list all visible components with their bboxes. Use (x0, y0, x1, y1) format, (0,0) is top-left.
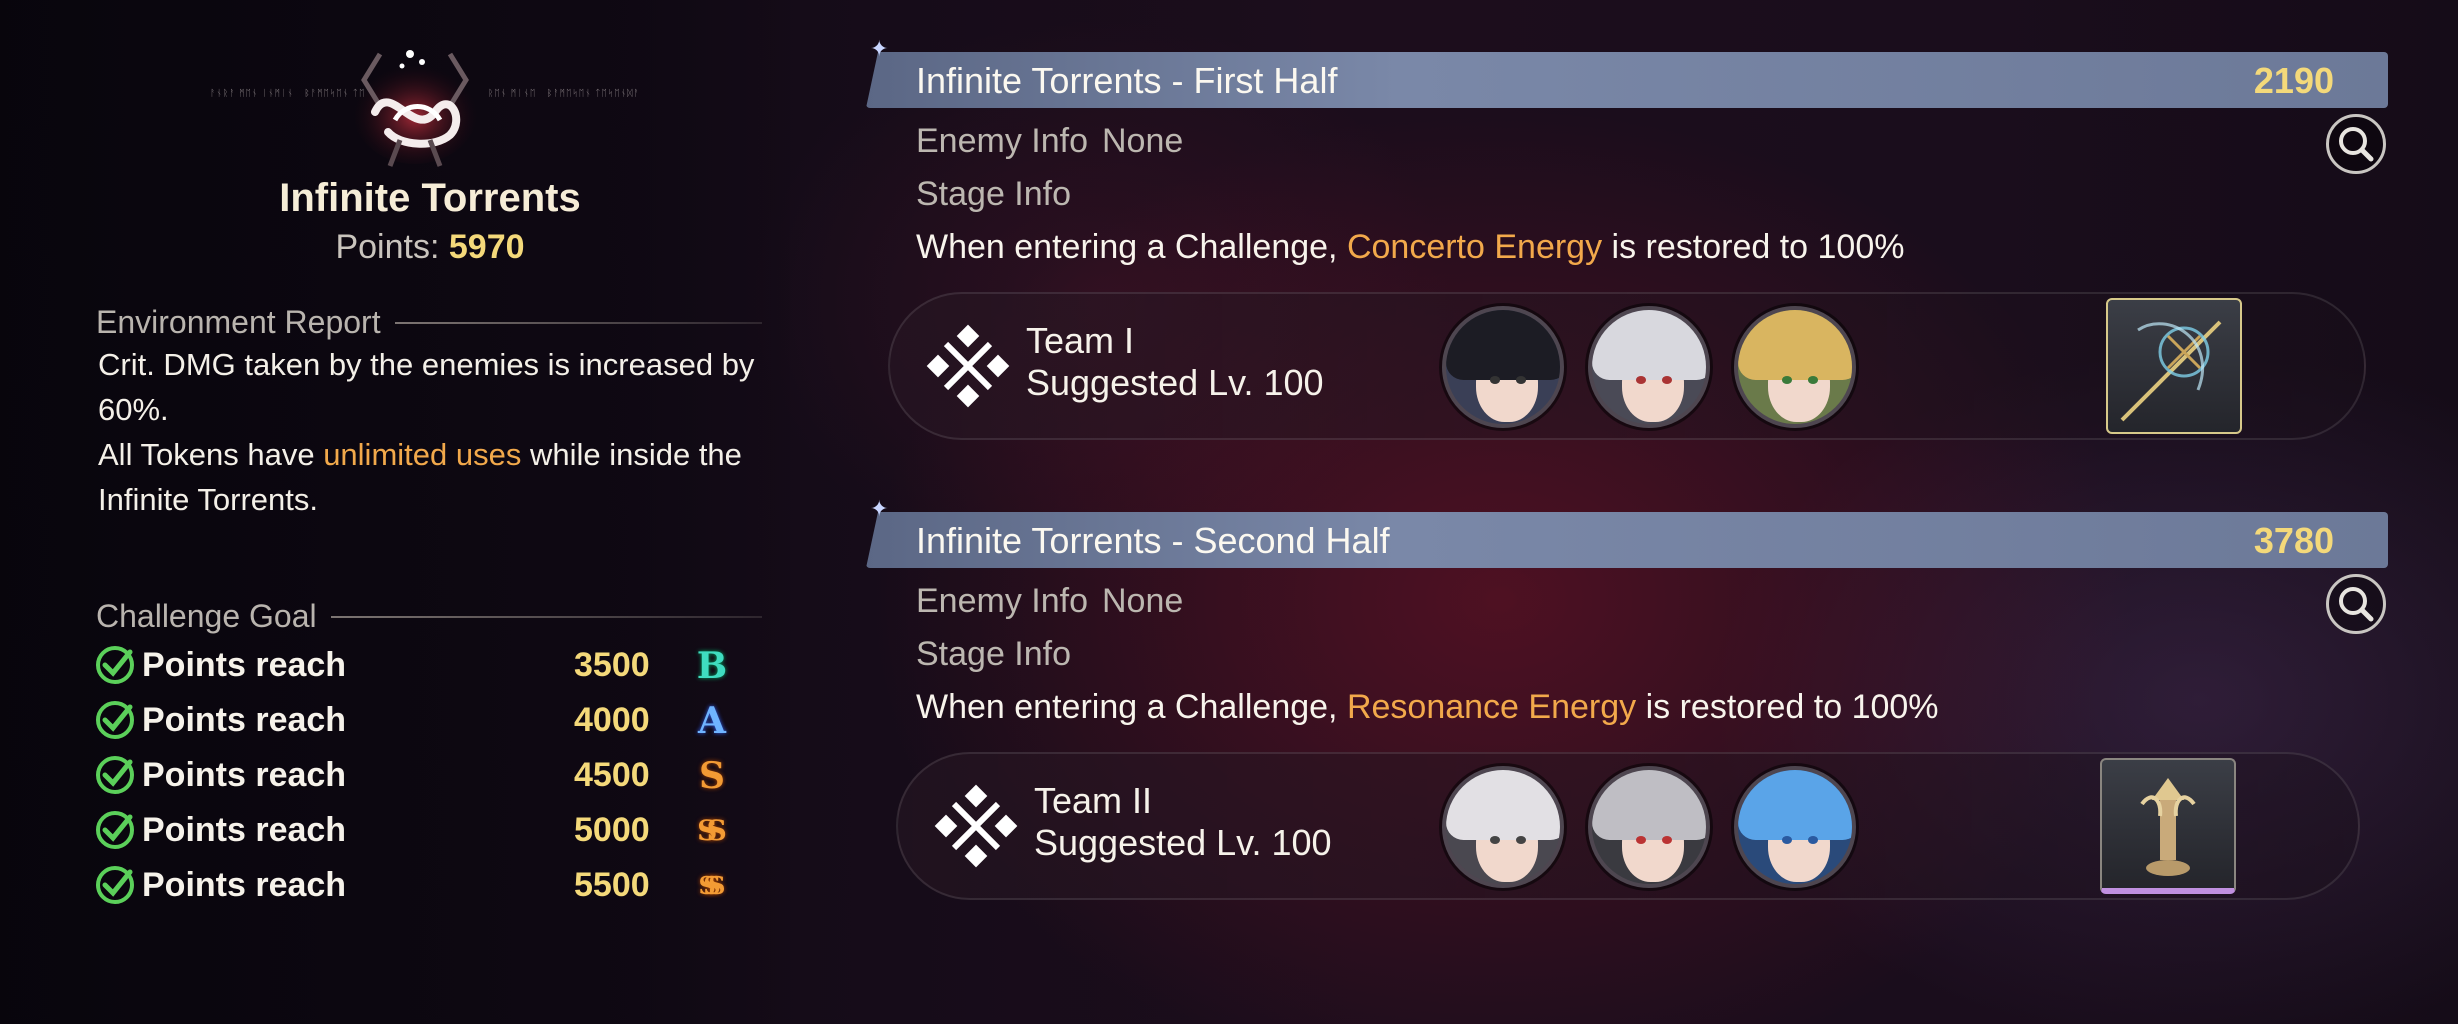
team-name: Team I (1026, 320, 1135, 361)
character-avatar[interactable] (1588, 766, 1710, 888)
team-emblem-icon (926, 324, 1010, 408)
magnifier-icon[interactable] (2326, 114, 2386, 174)
team-level: Suggested Lv. 100 (1026, 362, 1324, 403)
goal-row: Points reach 5500 SSS (94, 860, 754, 910)
character-avatar[interactable] (1588, 306, 1710, 428)
rank-b-icon: B (696, 645, 728, 687)
check-icon (96, 866, 134, 904)
rank-ss-icon: SS (697, 814, 727, 847)
team-level: Suggested Lv. 100 (1034, 822, 1332, 863)
stage-effect: When entering a Challenge, Resonance Ene… (916, 688, 1939, 726)
check-icon (96, 701, 134, 739)
first-half-header: Infinite Torrents - First Half 2190 (866, 52, 2388, 108)
goal-label: Points reach (142, 645, 347, 684)
enemy-info-value: None (1101, 122, 1184, 160)
environment-report-heading: Environment Report (96, 304, 762, 341)
check-icon (96, 646, 134, 684)
stage-info-label: Stage Info (916, 175, 1072, 213)
weapon-icon[interactable] (2106, 298, 2242, 434)
check-icon (96, 756, 134, 794)
goal-label: Points reach (142, 700, 347, 739)
goal-value: 5500 (574, 865, 650, 904)
team-name: Team II (1034, 780, 1153, 821)
half-score: 2190 (2253, 60, 2334, 101)
infinite-torrents-emblem (340, 40, 490, 170)
check-icon (96, 811, 134, 849)
stage-info-label: Stage Info (916, 635, 1072, 673)
sparkle-icon: ✦ (870, 496, 889, 521)
character-avatar[interactable] (1442, 306, 1564, 428)
emblem-decoration: ᚱᛖᚾ ᛗᛁᚾᛖ ᛒᚨᛗᛖᛋᛖᚾ ᛏᛖᛋᛖᚾᛞᚨ (488, 88, 640, 98)
environment-line-2: All Tokens have unlimited uses while ins… (98, 437, 742, 517)
goal-value: 3500 (574, 645, 650, 684)
team-panel[interactable]: Team I Suggested Lv. 100 (888, 292, 2366, 440)
half-score: 3780 (2253, 520, 2334, 561)
points-label: Points: (335, 228, 440, 266)
total-points: Points: 5970 (0, 228, 860, 267)
goal-row: Points reach 5000 SS (94, 805, 754, 855)
half-title: Infinite Torrents - First Half (916, 60, 1338, 101)
challenge-goal-label: Challenge Goal (96, 598, 317, 634)
points-value: 5970 (448, 228, 525, 266)
ornament-divider (394, 321, 762, 324)
environment-report-text: Crit. DMG taken by the enemies is increa… (98, 342, 758, 522)
half-title: Infinite Torrents - Second Half (916, 520, 1390, 561)
character-avatar[interactable] (1734, 766, 1856, 888)
team-emblem-icon (934, 784, 1018, 868)
environment-line-1: Crit. DMG taken by the enemies is increa… (98, 347, 755, 427)
goal-label: Points reach (142, 755, 347, 794)
rank-s-icon: S (699, 755, 725, 797)
enemy-info-label: Enemy Info (916, 122, 1088, 160)
magnifier-icon[interactable] (2326, 574, 2386, 634)
sparkle-icon: ✦ (870, 36, 889, 61)
enemy-info: Enemy Info None (916, 122, 1183, 161)
enemy-info-value: None (1101, 582, 1184, 620)
stage-effect: When entering a Challenge, Concerto Ener… (916, 228, 1905, 266)
character-avatar[interactable] (1442, 766, 1564, 888)
emblem-decoration: ᚨᚾᚱᚨ ᛗᛖᚾ ᛁᚾᛗᛁᚾ ᛒᚨᛗᛖᛋᛖᚾ ᛏᛖ (210, 88, 366, 98)
goal-label: Points reach (142, 810, 347, 849)
character-avatar[interactable] (1734, 306, 1856, 428)
rank-sss-icon: SSS (698, 871, 726, 900)
goal-value: 5000 (574, 810, 650, 849)
ornament-divider (330, 615, 762, 618)
goal-value: 4500 (574, 755, 650, 794)
goal-row: Points reach 3500 B (94, 640, 754, 690)
enemy-info: Enemy Info None (916, 582, 1183, 621)
goal-value: 4000 (574, 700, 650, 739)
environment-report-label: Environment Report (96, 304, 381, 340)
goal-row: Points reach 4000 A (94, 695, 754, 745)
team-panel[interactable]: Team II Suggested Lv. 100 (896, 752, 2360, 900)
weapon-icon[interactable] (2100, 758, 2236, 894)
second-half-header: Infinite Torrents - Second Half 3780 (866, 512, 2388, 568)
goal-label: Points reach (142, 865, 347, 904)
rank-a-icon: A (698, 700, 726, 742)
enemy-info-label: Enemy Info (916, 582, 1088, 620)
goal-row: Points reach 4500 S (94, 750, 754, 800)
mode-title: Infinite Torrents (279, 176, 581, 220)
challenge-goal-heading: Challenge Goal (96, 598, 762, 635)
